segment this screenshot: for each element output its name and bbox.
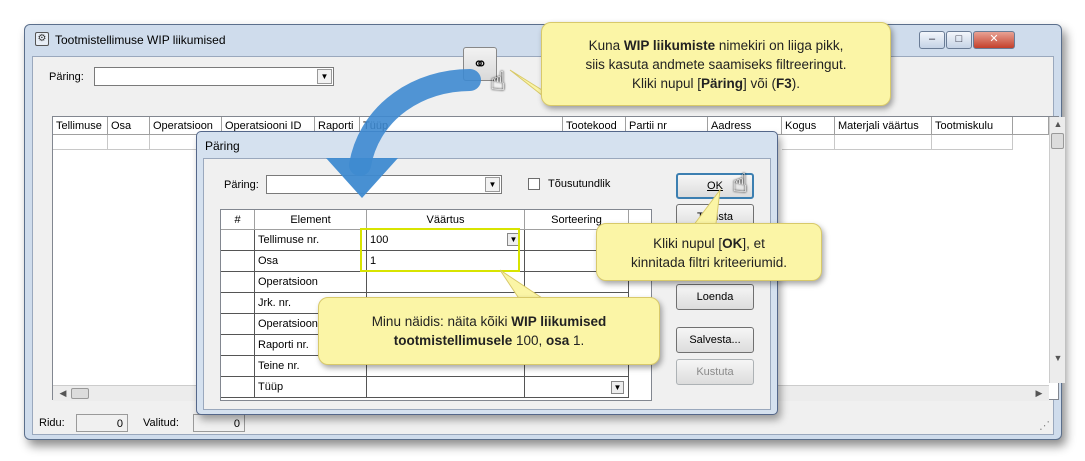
curved-arrow-icon [349,69,481,176]
callout-line: Kuna WIP liikumiste nimekiri on liiga pi… [588,38,844,53]
callout-line: Kliki nupul [OK], et [653,236,765,251]
callout-line: tootmistellimusele 100, osa 1. [393,333,585,348]
callout-top: Kuna WIP liikumiste nimekiri on liiga pi… [541,22,891,106]
callout-line: siis kasuta andmete saamiseks filtreerin… [585,57,847,72]
callout-example: Minu näidis: näita kõiki WIP liikumised … [318,297,660,365]
callout-line: Kliki nupul [Päring] või (F3). [631,76,801,91]
callout-ok: Kliki nupul [OK], et kinnitada filtri kr… [596,223,822,281]
arrow-head-icon [326,158,398,198]
callout-tail [499,269,547,301]
hand-pointer-icon: ☝ [732,168,748,198]
callout-line: kinnitada filtri kriteeriumid. [630,255,788,270]
hand-pointer-icon: ☝ [490,66,506,96]
callout-line: Minu näidis: näita kõiki WIP liikumised [371,314,607,329]
